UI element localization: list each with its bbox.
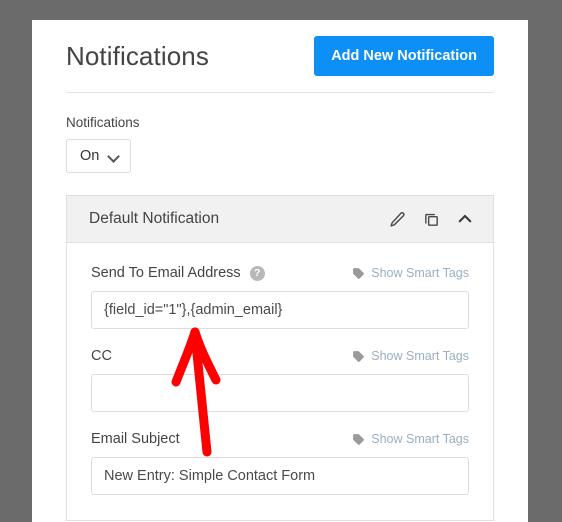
field-email-subject: Email Subject Show Smart Tags [91, 429, 469, 495]
notifications-enable-field: Notifications On [66, 93, 494, 173]
show-smart-tags-link[interactable]: Show Smart Tags [352, 432, 469, 446]
tag-icon [352, 433, 365, 446]
page-title: Notifications [66, 41, 209, 71]
chevron-up-icon[interactable] [455, 209, 475, 229]
duplicate-icon[interactable] [421, 209, 441, 229]
chevron-down-icon [108, 151, 119, 162]
add-new-notification-button[interactable]: Add New Notification [314, 35, 494, 77]
page-header: Notifications Add New Notification [66, 20, 494, 92]
notification-panel: Default Notification Send To Email Addre… [66, 195, 494, 521]
send-to-email-address-input[interactable] [91, 291, 469, 329]
screenshot-root: Notifications Add New Notification Notif… [0, 0, 562, 522]
notifications-enable-label: Notifications [66, 115, 140, 130]
field-label: CC [91, 348, 112, 364]
tag-icon [352, 267, 365, 280]
show-smart-tags-label: Show Smart Tags [371, 432, 469, 446]
field-label-wrap: CC [91, 348, 112, 364]
content-card: Notifications Add New Notification Notif… [32, 20, 528, 522]
edit-icon[interactable] [387, 209, 407, 229]
field-label-wrap: Email Subject [91, 431, 180, 447]
field-cc: CC Show Smart Tags [91, 346, 469, 412]
notification-panel-title: Default Notification [89, 210, 220, 227]
show-smart-tags-label: Show Smart Tags [371, 266, 469, 280]
field-label: Send To Email Address [91, 265, 241, 281]
field-label-wrap: Send To Email Address ? [91, 265, 265, 281]
notification-panel-header: Default Notification [67, 196, 493, 243]
notifications-enable-select[interactable]: On [66, 139, 132, 173]
notification-panel-body: Send To Email Address ? Show Smart Tags [67, 243, 493, 520]
show-smart-tags-link[interactable]: Show Smart Tags [352, 349, 469, 363]
field-header: Send To Email Address ? Show Smart Tags [91, 263, 469, 283]
field-header: Email Subject Show Smart Tags [91, 429, 469, 449]
notifications-enable-value: On [80, 148, 100, 164]
show-smart-tags-label: Show Smart Tags [371, 349, 469, 363]
field-label: Email Subject [91, 431, 180, 447]
show-smart-tags-link[interactable]: Show Smart Tags [352, 266, 469, 280]
notification-panel-actions [387, 209, 475, 229]
card-inner: Notifications Add New Notification Notif… [32, 20, 528, 521]
field-send-to-email-address: Send To Email Address ? Show Smart Tags [91, 263, 469, 329]
cc-input[interactable] [91, 374, 469, 412]
email-subject-input[interactable] [91, 457, 469, 495]
help-icon[interactable]: ? [249, 265, 265, 281]
tag-icon [352, 350, 365, 363]
field-header: CC Show Smart Tags [91, 346, 469, 366]
